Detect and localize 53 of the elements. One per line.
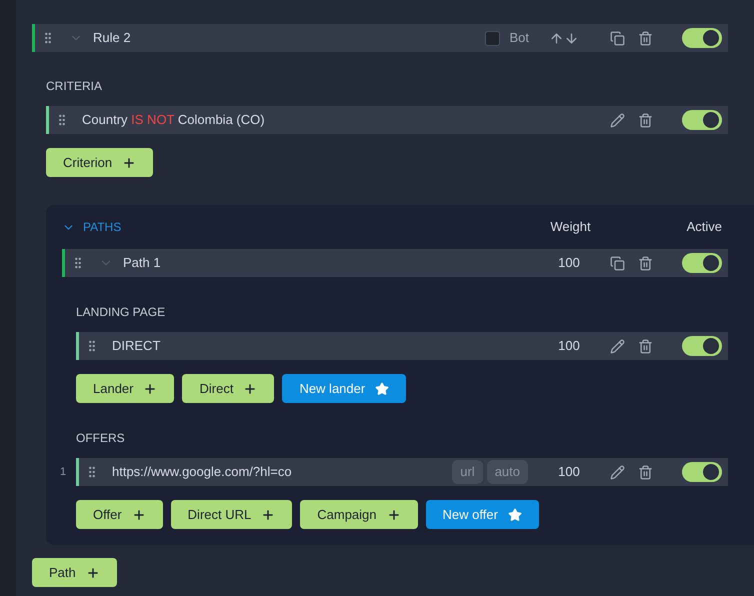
path-name: Path 1 xyxy=(123,254,161,272)
checkbox[interactable] xyxy=(485,30,500,46)
tag: url xyxy=(452,460,483,484)
column-header: Weight xyxy=(550,218,591,236)
add-button[interactable]: Campaign xyxy=(300,500,418,529)
add-button[interactable]: Lander xyxy=(76,374,174,403)
toggle-switch[interactable] xyxy=(682,253,722,273)
section-label: LANDING PAGE xyxy=(76,304,166,321)
pencil-icon[interactable] xyxy=(610,112,625,128)
add-button[interactable]: Path xyxy=(32,558,117,587)
plus-icon xyxy=(122,156,136,170)
plus-icon xyxy=(143,382,158,396)
trash-icon[interactable] xyxy=(638,30,653,46)
plus-icon xyxy=(86,566,100,580)
copy-icon[interactable] xyxy=(610,256,625,270)
section-title: PATHS xyxy=(83,219,122,236)
star-icon xyxy=(375,382,390,396)
lander-name: DIRECT xyxy=(112,337,160,356)
weight-value: 100 xyxy=(557,463,581,482)
section-label: CRITERIA xyxy=(46,78,104,95)
pencil-icon[interactable] xyxy=(610,464,625,480)
rule-name: Rule 2 xyxy=(93,29,131,48)
weight-value: 100 xyxy=(557,337,581,356)
trash-icon[interactable] xyxy=(638,112,653,128)
add-button[interactable]: Direct URL xyxy=(170,500,292,529)
new-button[interactable]: New offer xyxy=(426,500,539,529)
add-button[interactable]: Direct xyxy=(182,374,274,403)
new-button[interactable]: New lander xyxy=(282,374,406,403)
star-icon xyxy=(508,508,522,522)
offer-index: 1 xyxy=(59,464,68,480)
section-label: OFFERS xyxy=(76,430,126,447)
plus-icon xyxy=(386,508,401,522)
tag: auto xyxy=(486,460,528,484)
add-button[interactable]: Offer xyxy=(76,500,163,529)
pencil-icon[interactable] xyxy=(610,338,625,354)
column-header: Active xyxy=(686,218,722,236)
plus-icon xyxy=(243,382,258,396)
toggle-switch[interactable] xyxy=(682,28,722,48)
toggle-switch[interactable] xyxy=(682,462,722,482)
add-button[interactable]: Criterion xyxy=(46,148,154,177)
trash-icon[interactable] xyxy=(638,464,653,480)
plus-icon xyxy=(261,508,276,522)
copy-icon[interactable] xyxy=(610,30,625,46)
trash-icon[interactable] xyxy=(638,338,653,354)
checkbox-label: Bot xyxy=(509,29,529,48)
plus-icon xyxy=(132,508,146,522)
trash-icon[interactable] xyxy=(638,256,653,270)
toggle-switch[interactable] xyxy=(682,336,722,356)
criterion-text: Country IS NOT Colombia (CO) xyxy=(82,111,265,130)
weight-value: 100 xyxy=(557,254,581,272)
toggle-switch[interactable] xyxy=(682,110,722,130)
arrow-down-icon[interactable] xyxy=(564,30,579,46)
offer-url: https://www.google.com/?hl=co xyxy=(112,463,292,482)
